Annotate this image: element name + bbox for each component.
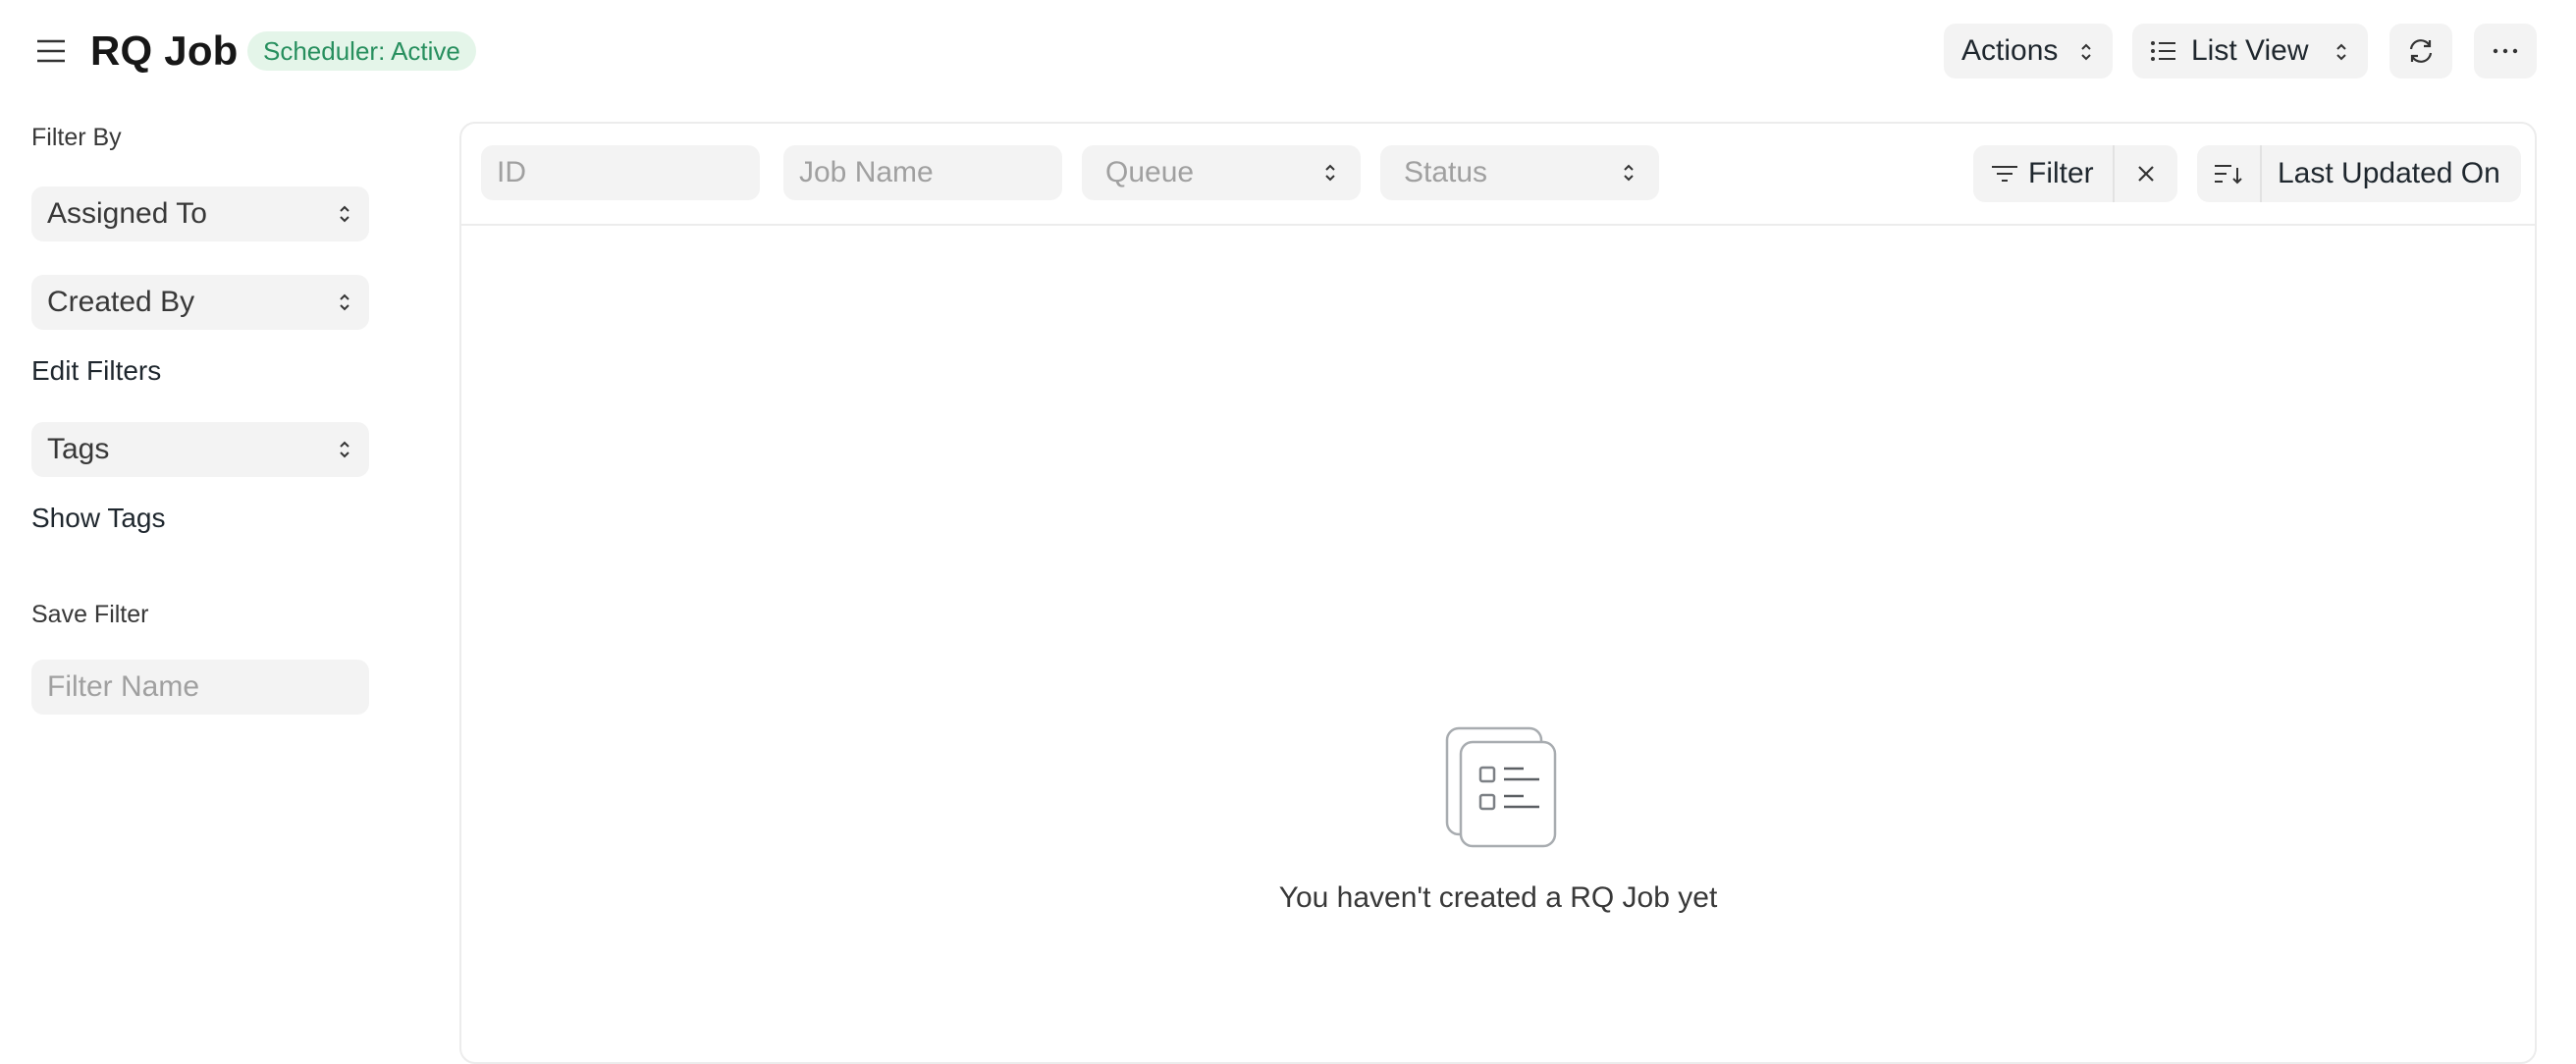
scheduler-status-badge: Scheduler: Active: [247, 31, 476, 71]
assigned-to-label: Assigned To: [47, 197, 207, 230]
sort-selector: Last Updated On: [2197, 145, 2521, 202]
page-title: RQ Job: [90, 27, 239, 74]
filter-by-label: Filter By: [31, 124, 122, 151]
status-placeholder: Status: [1404, 156, 1488, 188]
list-icon: [2151, 41, 2175, 61]
assigned-to-select[interactable]: Assigned To: [31, 186, 369, 241]
refresh-button[interactable]: [2389, 24, 2452, 79]
tags-select[interactable]: Tags: [31, 422, 369, 477]
queue-placeholder: Queue: [1105, 156, 1195, 188]
page-header: RQ Job Scheduler: Active Actions List Vi…: [0, 0, 2576, 102]
sort-field-button[interactable]: Last Updated On: [2262, 145, 2521, 202]
save-filter-label: Save Filter: [31, 601, 149, 628]
chevron-up-down-icon: [2336, 43, 2346, 61]
chevron-up-down-icon: [340, 441, 349, 458]
refresh-icon: [2409, 39, 2433, 63]
filter-button[interactable]: Filter: [1973, 145, 2115, 202]
chevron-up-down-icon: [1624, 164, 1634, 182]
chevron-up-down-icon: [1325, 164, 1335, 182]
id-filter-input[interactable]: [481, 145, 760, 200]
status-filter-select[interactable]: Status: [1380, 145, 1659, 200]
list-panel: Queue Status Filter: [459, 122, 2537, 1064]
sort-descending-icon: [2215, 165, 2242, 185]
sidebar: Filter By Assigned To Created By Edit Fi…: [0, 102, 393, 1037]
tags-label: Tags: [47, 433, 110, 465]
actions-button[interactable]: Actions: [1944, 24, 2113, 79]
queue-filter-select[interactable]: Queue: [1082, 145, 1361, 200]
created-by-label: Created By: [47, 286, 195, 318]
chevron-up-down-icon: [340, 205, 349, 223]
clear-filters-button[interactable]: [2115, 145, 2177, 202]
empty-list-icon: [1445, 726, 1557, 848]
job-name-filter-input[interactable]: [783, 145, 1062, 200]
close-icon: [2138, 166, 2154, 182]
filter-button-label: Filter: [2028, 157, 2094, 189]
list-view-button-label: List View: [2191, 34, 2309, 67]
more-options-button[interactable]: [2474, 24, 2537, 79]
chevron-up-down-icon: [2081, 43, 2091, 61]
filter-icon: [1992, 166, 2017, 182]
filter-name-input[interactable]: [31, 660, 369, 715]
sort-order-button[interactable]: [2197, 145, 2262, 202]
list-view-button[interactable]: List View: [2132, 24, 2368, 79]
edit-filters-link[interactable]: Edit Filters: [31, 355, 161, 387]
filter-button-group: Filter: [1973, 145, 2177, 202]
show-tags-link[interactable]: Show Tags: [31, 503, 165, 534]
hamburger-icon[interactable]: [35, 35, 67, 67]
standard-filters-bar: Queue Status Filter: [461, 124, 2535, 226]
created-by-select[interactable]: Created By: [31, 275, 369, 330]
empty-state-message: You haven't created a RQ Job yet: [1278, 881, 1718, 914]
actions-button-label: Actions: [1961, 34, 2059, 67]
chevron-up-down-icon: [340, 293, 349, 311]
ellipsis-icon: [2493, 48, 2518, 54]
